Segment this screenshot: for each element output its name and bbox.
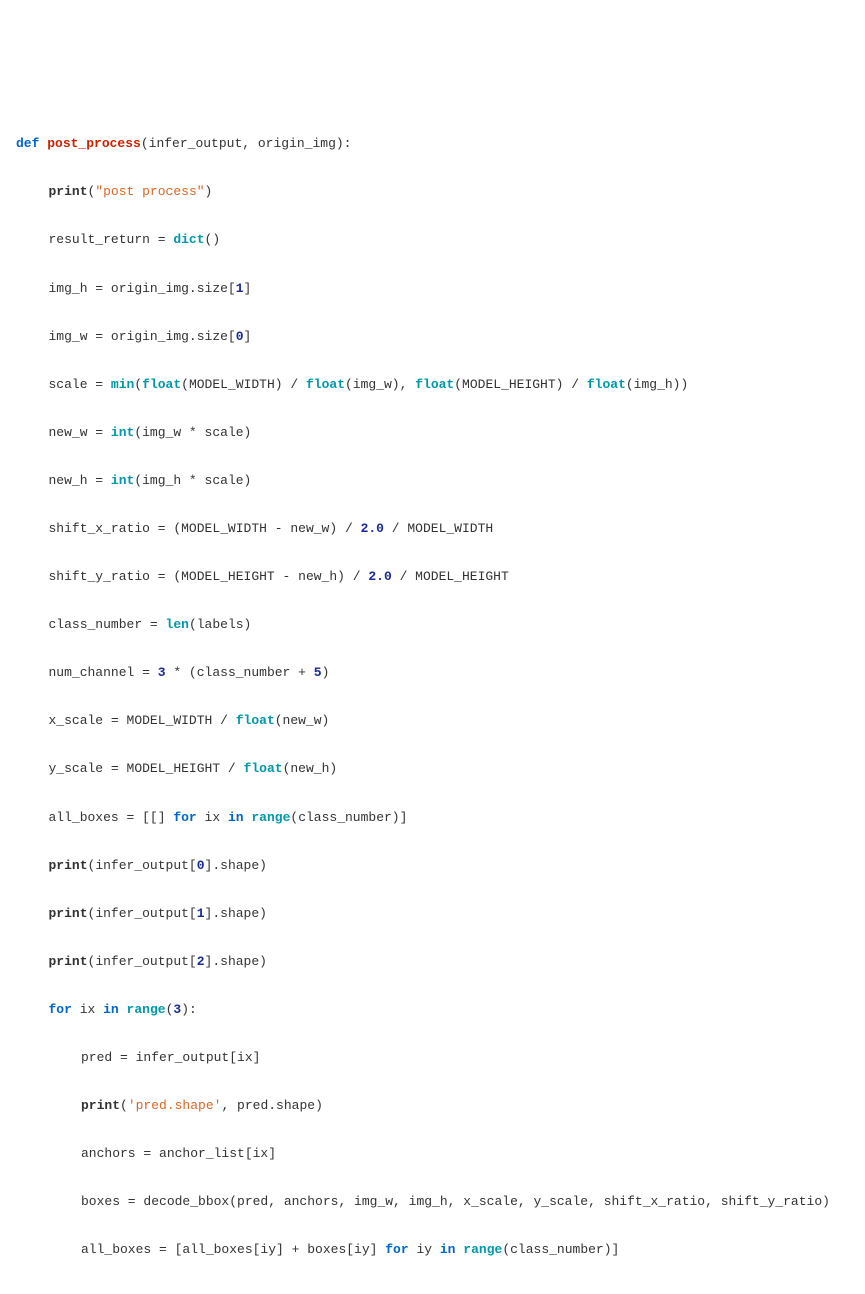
builtin-float: float: [415, 377, 454, 392]
code-line: def post_process(infer_output, origin_im…: [16, 132, 865, 156]
code-line: y_scale = MODEL_HEIGHT / float(new_h): [16, 757, 865, 781]
builtin-float: float: [587, 377, 626, 392]
keyword-in: in: [440, 1242, 456, 1257]
code-line: scale = min(float(MODEL_WIDTH) / float(i…: [16, 373, 865, 397]
code-line: class_number = len(labels): [16, 613, 865, 637]
builtin-print: print: [49, 858, 88, 873]
function-name: post_process: [47, 136, 141, 151]
code-line: print(infer_output[0].shape): [16, 854, 865, 878]
builtin-int: int: [111, 425, 134, 440]
builtin-float: float: [244, 761, 283, 776]
builtin-float: float: [142, 377, 181, 392]
builtin-float: float: [236, 713, 275, 728]
code-line: new_w = int(img_w * scale): [16, 421, 865, 445]
code-line: print('pred.shape', pred.shape): [16, 1094, 865, 1118]
builtin-min: min: [111, 377, 134, 392]
code-line: new_h = int(img_h * scale): [16, 469, 865, 493]
builtin-range: range: [251, 810, 290, 825]
code-line: all_boxes = [[] for ix in range(class_nu…: [16, 806, 865, 830]
builtin-int: int: [111, 473, 134, 488]
code-line: anchors = anchor_list[ix]: [16, 1142, 865, 1166]
code-line: shift_x_ratio = (MODEL_WIDTH - new_w) / …: [16, 517, 865, 541]
keyword-for: for: [49, 1002, 72, 1017]
builtin-range: range: [127, 1002, 166, 1017]
code-line: print("post process"): [16, 180, 865, 204]
string-literal: 'pred.shape': [128, 1098, 222, 1113]
builtin-print: print: [49, 184, 88, 199]
builtin-print: print: [49, 906, 88, 921]
keyword-def: def: [16, 136, 39, 151]
code-line: boxes = decode_bbox(pred, anchors, img_w…: [16, 1190, 865, 1214]
code-line: num_channel = 3 * (class_number + 5): [16, 661, 865, 685]
code-line: pred = infer_output[ix]: [16, 1046, 865, 1070]
code-line: x_scale = MODEL_WIDTH / float(new_w): [16, 709, 865, 733]
builtin-len: len: [166, 617, 189, 632]
code-line: all_boxes = [all_boxes[iy] + boxes[iy] f…: [16, 1238, 865, 1262]
keyword-for: for: [173, 810, 196, 825]
code-block: def post_process(infer_output, origin_im…: [16, 108, 865, 1294]
code-line: print(infer_output[1].shape): [16, 902, 865, 926]
builtin-range: range: [463, 1242, 502, 1257]
code-line: img_h = origin_img.size[1]: [16, 277, 865, 301]
code-line: for ix in range(3):: [16, 998, 865, 1022]
string-literal: "post process": [95, 184, 204, 199]
signature: (infer_output, origin_img):: [141, 136, 352, 151]
builtin-print: print: [49, 954, 88, 969]
keyword-in: in: [103, 1002, 119, 1017]
builtin-dict: dict: [173, 232, 204, 247]
code-line: print(infer_output[2].shape): [16, 950, 865, 974]
builtin-print: print: [81, 1098, 120, 1113]
code-line: img_w = origin_img.size[0]: [16, 325, 865, 349]
code-line: shift_y_ratio = (MODEL_HEIGHT - new_h) /…: [16, 565, 865, 589]
keyword-in: in: [228, 810, 244, 825]
blank-line: [16, 1286, 865, 1294]
code-line: result_return = dict(): [16, 228, 865, 252]
builtin-float: float: [306, 377, 345, 392]
keyword-for: for: [385, 1242, 408, 1257]
